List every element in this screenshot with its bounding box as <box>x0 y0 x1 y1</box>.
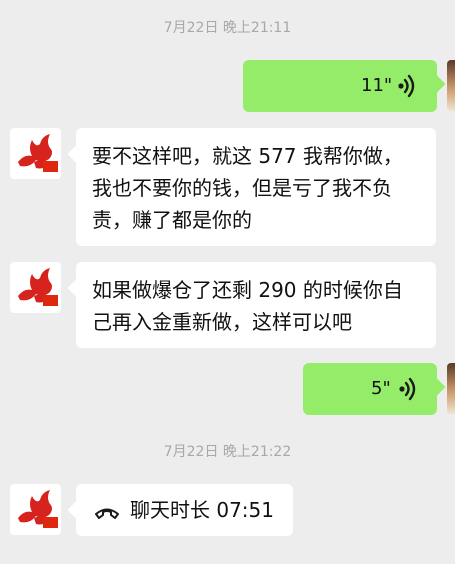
voice-message-bubble[interactable]: 5" <box>303 363 437 415</box>
call-duration-label: 聊天时长 07:51 <box>130 498 274 522</box>
timestamp: 7月22日 晚上21:11 <box>163 20 292 36</box>
voice-duration: 5" <box>371 378 391 399</box>
voice-message-bubble[interactable]: 11" <box>243 60 437 112</box>
text-message-bubble[interactable]: 要不这样吧，就这 577 我帮你做，我也不要你的钱，但是亏了我不负责，赚了都是你… <box>76 128 436 246</box>
contact-avatar[interactable] <box>10 128 61 179</box>
timestamp: 7月22日 晚上21:22 <box>163 444 292 460</box>
own-avatar[interactable] <box>447 363 455 414</box>
own-avatar[interactable] <box>447 60 455 111</box>
call-record-bubble[interactable]: 聊天时长 07:51 <box>76 484 293 536</box>
phone-handset-icon <box>94 500 120 520</box>
voice-wave-icon <box>396 74 418 103</box>
flag-icon <box>43 295 58 306</box>
flag-icon <box>43 161 58 172</box>
voice-duration: 11" <box>361 75 393 96</box>
contact-avatar[interactable] <box>10 484 61 535</box>
contact-avatar[interactable] <box>10 262 61 313</box>
message-text: 要不这样吧，就这 577 我帮你做，我也不要你的钱，但是亏了我不负责，赚了都是你… <box>92 144 403 232</box>
message-text: 如果做爆仓了还剩 290 的时候你自己再入金重新做，这样可以吧 <box>92 278 403 334</box>
flag-icon <box>43 517 58 528</box>
voice-wave-icon <box>397 377 419 406</box>
text-message-bubble[interactable]: 如果做爆仓了还剩 290 的时候你自己再入金重新做，这样可以吧 <box>76 262 436 348</box>
